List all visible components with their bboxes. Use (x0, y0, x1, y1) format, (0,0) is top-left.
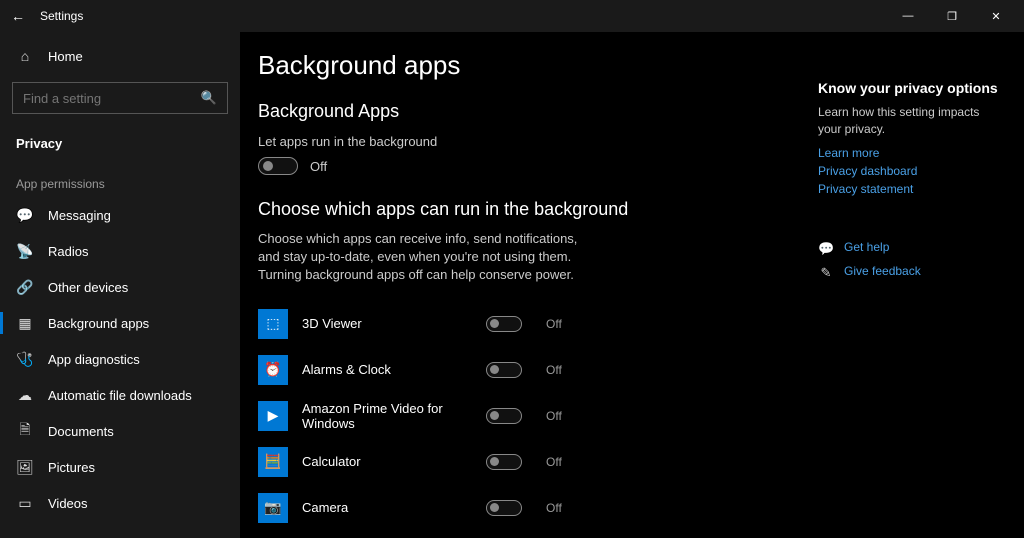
help-icon: ✎ (818, 265, 834, 281)
app-toggle-label: Off (546, 363, 562, 377)
sidebar-section: App permissions (0, 155, 240, 197)
sidebar-category[interactable]: Privacy (0, 126, 240, 155)
right-heading: Know your privacy options (818, 80, 1000, 96)
sidebar-item-label: Radios (48, 244, 88, 259)
sidebar-item-label: Messaging (48, 208, 111, 223)
main-column: Background apps Background Apps Let apps… (258, 50, 818, 538)
app-name: Calculator (302, 454, 472, 469)
sidebar-item-icon: ▭ (16, 495, 34, 512)
app-toggle-label: Off (546, 409, 562, 423)
sidebar-item-icon: 📡 (16, 243, 34, 260)
app-icon: 📷 (258, 493, 288, 523)
sidebar-item-background-apps[interactable]: ▦ Background apps (0, 305, 240, 341)
sidebar-item-videos[interactable]: ▭ Videos (0, 485, 240, 521)
app-toggle-label: Off (546, 501, 562, 515)
help-icon: 💬 (818, 241, 834, 257)
app-icon: 🧮 (258, 447, 288, 477)
section1-desc: Let apps run in the background (258, 134, 598, 149)
right-text: Learn how this setting impacts your priv… (818, 104, 1000, 138)
right-link[interactable]: Privacy dashboard (818, 164, 1000, 178)
right-link[interactable]: Learn more (818, 146, 1000, 160)
app-name: Camera (302, 500, 472, 515)
app-row: ⬚ 3D Viewer Off (258, 301, 818, 347)
sidebar-item-messaging[interactable]: 💬 Messaging (0, 197, 240, 233)
app-toggle[interactable] (486, 454, 522, 470)
sidebar: ⌂ Home 🔍 Privacy App permissions 💬 Messag… (0, 32, 240, 538)
sidebar-item-other-devices[interactable]: 🔗 Other devices (0, 269, 240, 305)
sidebar-item-icon: 🖼 (16, 459, 34, 476)
titlebar: ← Settings — ❐ ✕ (0, 0, 1024, 32)
sidebar-item-label: Other devices (48, 280, 128, 295)
app-name: Amazon Prime Video for Windows (302, 401, 472, 431)
app-icon: ⏰ (258, 355, 288, 385)
section2-desc: Choose which apps can receive info, send… (258, 230, 598, 285)
sidebar-item-automatic-file-downloads[interactable]: ☁ Automatic file downloads (0, 377, 240, 413)
sidebar-item-radios[interactable]: 📡 Radios (0, 233, 240, 269)
help-link[interactable]: Give feedback (844, 264, 921, 278)
sidebar-item-icon: ☁ (16, 387, 34, 404)
window-title: Settings (30, 9, 83, 23)
section1-title: Background Apps (258, 101, 818, 122)
app-row: ▶ Amazon Prime Video for Windows Off (258, 393, 818, 439)
sidebar-item-icon: 🩺 (16, 351, 34, 368)
help-link[interactable]: Get help (844, 240, 889, 254)
app-toggle[interactable] (486, 362, 522, 378)
app-name: 3D Viewer (302, 316, 472, 331)
master-toggle-label: Off (310, 159, 327, 174)
app-toggle[interactable] (486, 500, 522, 516)
home-icon: ⌂ (16, 48, 34, 64)
sidebar-item-icon: ▦ (16, 315, 34, 332)
page-title: Background apps (258, 50, 818, 81)
sidebar-item-icon: 🗎 (16, 419, 34, 443)
app-toggle-label: Off (546, 455, 562, 469)
master-toggle[interactable] (258, 157, 298, 175)
section2-title: Choose which apps can run in the backgro… (258, 199, 818, 220)
search-input[interactable] (23, 91, 193, 106)
right-help-row[interactable]: ✎ Give feedback (818, 264, 1000, 282)
sidebar-item-icon: 💬 (16, 207, 34, 224)
minimize-button[interactable]: — (886, 0, 930, 32)
sidebar-item-label: Documents (48, 424, 114, 439)
right-help-row[interactable]: 💬 Get help (818, 240, 1000, 258)
sidebar-home[interactable]: ⌂ Home (0, 38, 240, 74)
app-icon: ⬚ (258, 309, 288, 339)
back-button[interactable]: ← (6, 8, 30, 24)
app-toggle-label: Off (546, 317, 562, 331)
sidebar-home-label: Home (48, 49, 83, 64)
sidebar-item-documents[interactable]: 🗎 Documents (0, 413, 240, 449)
right-column: Know your privacy options Learn how this… (818, 50, 1018, 538)
sidebar-item-label: Background apps (48, 316, 149, 331)
app-toggle[interactable] (486, 316, 522, 332)
app-row: 📷 Camera Off (258, 485, 818, 531)
app-icon: ▶ (258, 401, 288, 431)
app-row: ⏰ Alarms & Clock Off (258, 347, 818, 393)
search-box[interactable]: 🔍 (12, 82, 228, 114)
maximize-button[interactable]: ❐ (930, 0, 974, 32)
app-toggle[interactable] (486, 408, 522, 424)
sidebar-item-label: App diagnostics (48, 352, 140, 367)
search-icon: 🔍 (201, 90, 217, 106)
app-row: ◯CortanaOff (258, 531, 818, 538)
sidebar-item-app-diagnostics[interactable]: 🩺 App diagnostics (0, 341, 240, 377)
right-link[interactable]: Privacy statement (818, 182, 1000, 196)
sidebar-item-icon: 🔗 (16, 279, 34, 296)
close-button[interactable]: ✕ (974, 0, 1018, 32)
sidebar-item-pictures[interactable]: 🖼 Pictures (0, 449, 240, 485)
sidebar-item-label: Pictures (48, 460, 95, 475)
app-name: Alarms & Clock (302, 362, 472, 377)
sidebar-item-label: Videos (48, 496, 88, 511)
app-row: 🧮 Calculator Off (258, 439, 818, 485)
sidebar-item-label: Automatic file downloads (48, 388, 192, 403)
